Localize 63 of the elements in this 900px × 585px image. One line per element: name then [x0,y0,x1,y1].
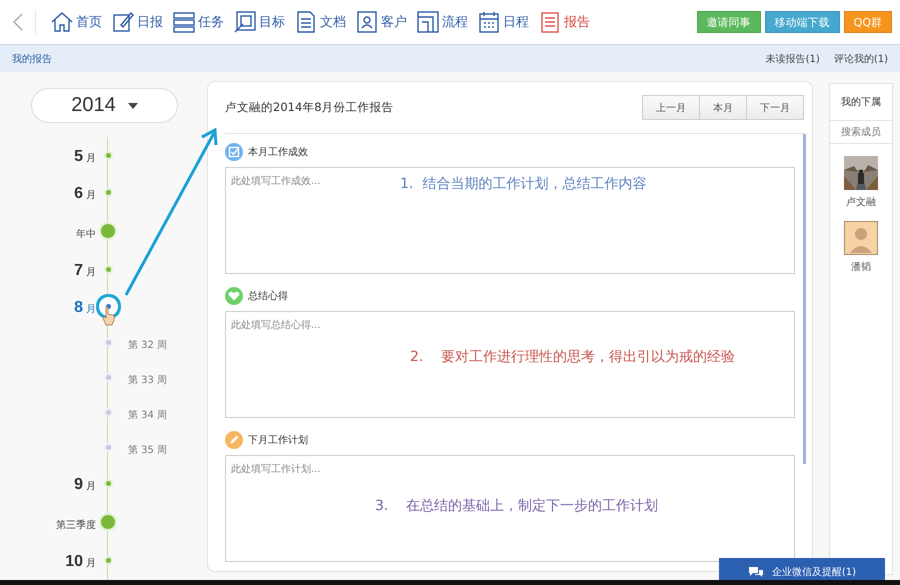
annotation-text: 3. 在总结的基础上，制定下一步的工作计划 [375,497,658,515]
month-label[interactable]: 7 月 [74,260,96,278]
member-name[interactable]: 卢文融 [846,195,876,209]
nav-item[interactable]: 任务 [172,10,224,34]
nav-item[interactable]: 客户 [355,10,407,34]
month-label[interactable]: 8 月 [74,296,96,316]
week-dot[interactable] [104,373,112,382]
chat-button[interactable]: 企业微信及提醒(1) [719,558,885,580]
check-icon [225,143,243,161]
month-label[interactable]: 10 月 [65,550,96,570]
period-button[interactable]: 上一月 [642,95,700,120]
timeline-dot[interactable] [104,479,112,488]
milestone-label[interactable]: 年中 [76,228,96,240]
annotation-text: 1. 结合当期的工作计划，总结工作内容 [400,175,646,193]
edit-icon [111,10,135,34]
hand-cursor-icon [102,306,116,326]
nav-item[interactable]: 目标 [233,10,285,34]
nav-item[interactable]: 流程 [416,10,468,34]
section-heading: 下月工作计划 [248,434,308,447]
milestone-dot[interactable] [99,513,117,531]
milestone-label[interactable]: 第三季度 [56,520,96,530]
milestone-dot[interactable] [99,222,117,240]
week-dot[interactable] [104,443,112,452]
timeline-dot[interactable] [104,151,112,160]
house-icon [50,10,74,34]
nav-item[interactable]: 日程 [477,10,529,34]
chat-bubbles-icon [748,566,764,578]
scrollbar[interactable] [803,134,806,464]
nav-item[interactable]: 首页 [50,10,102,34]
month-label[interactable]: 6 月 [74,182,96,202]
link[interactable]: 评论我的(1) [834,52,888,66]
nav-item[interactable]: 文档 [294,10,346,34]
flow-icon [416,10,440,34]
month-label[interactable]: 5 月 [74,146,96,164]
pencil-icon [225,431,243,449]
period-button[interactable]: 本月 [699,95,747,120]
back-icon[interactable] [13,13,23,31]
nav-item[interactable]: 日报 [111,10,163,34]
report-title: 卢文融的2014年8月份工作报告 [225,100,394,115]
list-icon [172,10,196,34]
week-label[interactable]: 第 32 周 [128,340,168,351]
week-label[interactable]: 第 33 周 [128,375,168,386]
week-dot[interactable] [104,338,112,347]
timeline-dot[interactable] [104,556,112,565]
link[interactable]: 未读报告(1) [766,52,820,66]
caret-icon [128,102,138,108]
nav-item[interactable]: 报告 [538,10,590,34]
week-label[interactable]: 第 34 周 [128,410,168,421]
period-button[interactable]: 下一月 [746,95,804,120]
section-heading: 总结心得 [248,290,288,303]
week-dot[interactable] [104,408,112,417]
page-title: 我的报告 [12,52,52,66]
avatar-icon[interactable] [844,221,878,255]
section-heading: 本月工作成效 [248,146,308,159]
timeline-dot[interactable] [104,188,112,197]
year-dropdown[interactable]: 2014 [31,88,178,123]
calendar-icon [477,10,501,34]
month-label[interactable]: 9 月 [74,474,96,492]
annotation-text: 2. 要对工作进行理性的思考，得出引以为戒的经验 [410,348,736,366]
timeline-dot[interactable] [104,265,112,274]
member-name[interactable]: 潘韬 [851,260,871,274]
week-label[interactable]: 第 35 周 [128,445,168,456]
contact-card-icon [355,10,379,34]
